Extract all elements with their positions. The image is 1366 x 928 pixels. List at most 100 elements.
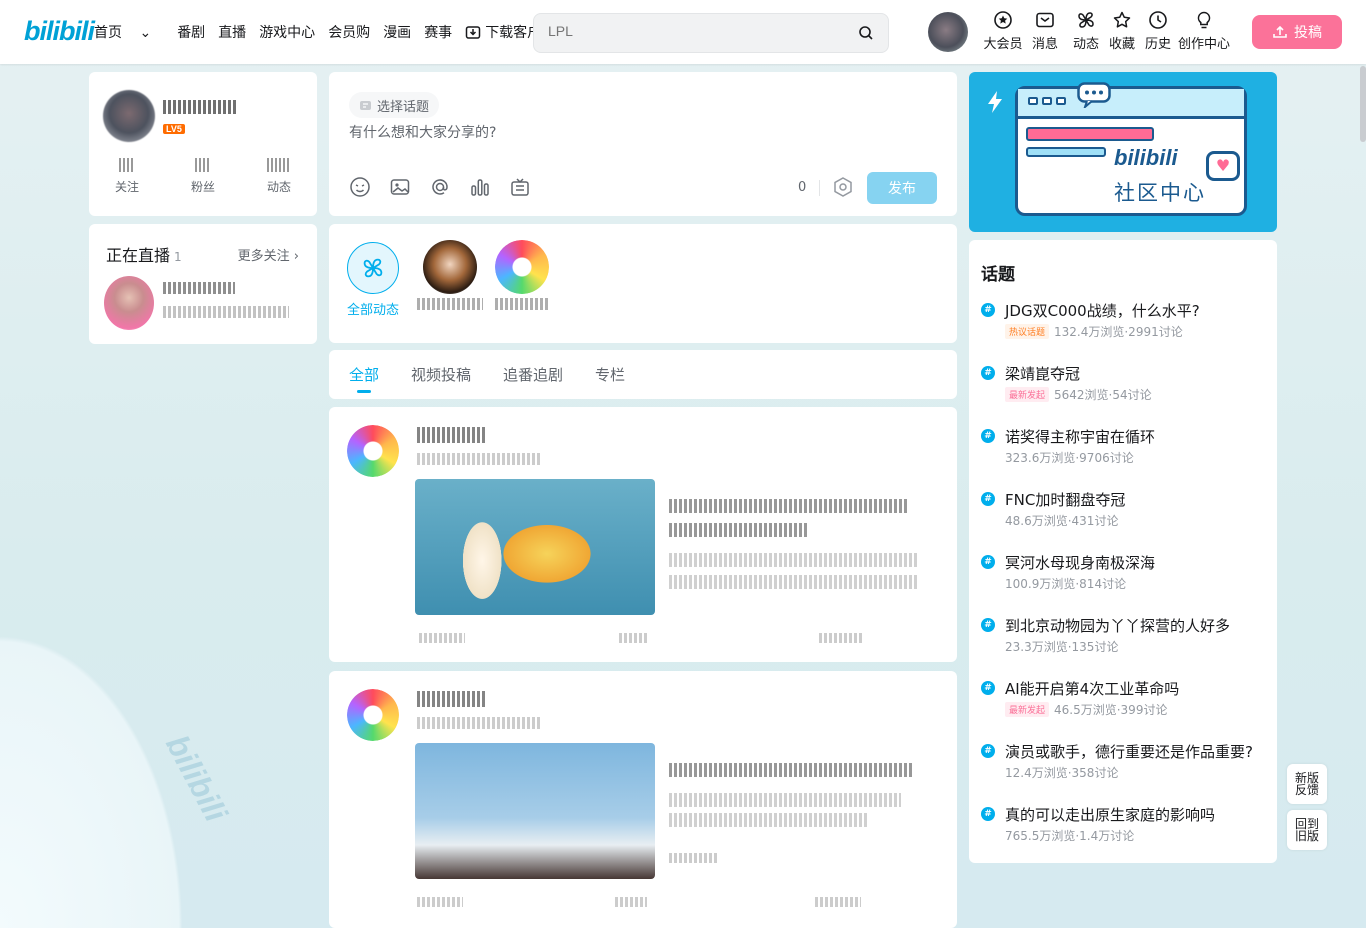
- message-icon: [1036, 12, 1054, 28]
- topic-item[interactable]: # 冥河水母现身南极深海 100.9万浏览·814讨论: [981, 552, 1271, 596]
- topic-stats: 12.4万浏览·358讨论: [1005, 766, 1119, 780]
- topic-name[interactable]: 冥河水母现身南极深海: [1005, 552, 1155, 573]
- topic-name[interactable]: FNC加时翻盘夺冠: [1005, 489, 1125, 510]
- message-entry[interactable]: 消息: [1029, 10, 1061, 52]
- publish-input[interactable]: 有什么想和大家分享的?: [349, 122, 496, 142]
- video-cover[interactable]: [415, 479, 655, 615]
- hashtag-icon: #: [981, 744, 995, 758]
- search-input[interactable]: [548, 23, 848, 39]
- like-button[interactable]: [815, 897, 861, 907]
- search-icon[interactable]: [858, 25, 874, 41]
- community-center-banner[interactable]: bilibili 社区中心 ♥: [969, 72, 1277, 232]
- profile-stats: 关注 粉丝 动态: [89, 158, 317, 195]
- topic-name[interactable]: 诺奖得主称宇宙在循环: [1005, 426, 1155, 447]
- chevron-right-icon: ›: [293, 249, 299, 264]
- topic-item[interactable]: # JDG双C000战绩，什么水平? 热议话题 132.4万浏览·2991讨论: [981, 300, 1271, 344]
- upload-button[interactable]: 投稿: [1252, 15, 1342, 49]
- tab-all[interactable]: 全部: [349, 364, 379, 385]
- topic-item[interactable]: # AI能开启第4次工业革命吗 最新发起 46.5万浏览·399讨论: [981, 678, 1271, 722]
- favorite-entry[interactable]: 收藏: [1107, 10, 1137, 52]
- share-button[interactable]: [419, 633, 465, 643]
- up-avatar[interactable]: [495, 240, 549, 294]
- user-avatar[interactable]: [928, 12, 968, 52]
- topic-name[interactable]: 演员或歌手，德行重要还是作品重要?: [1005, 741, 1253, 762]
- live-streamer-name[interactable]: [163, 282, 235, 294]
- vip-entry[interactable]: 大会员: [982, 10, 1024, 52]
- nav-anime[interactable]: 番剧: [177, 22, 205, 42]
- new-version-feedback-button[interactable]: 新版反馈: [1287, 764, 1327, 804]
- stat-posts[interactable]: 动态: [241, 158, 317, 195]
- history-entry[interactable]: 历史: [1143, 10, 1173, 52]
- nav-mall[interactable]: 会员购: [328, 22, 370, 42]
- topic-name[interactable]: 真的可以走出原生家庭的影响吗: [1005, 804, 1215, 825]
- author-avatar[interactable]: [347, 689, 399, 741]
- at-icon[interactable]: [429, 176, 451, 198]
- like-button[interactable]: [819, 633, 863, 643]
- author-name[interactable]: [417, 691, 485, 707]
- dynamic-entry[interactable]: 动态: [1071, 10, 1101, 52]
- hashtag-icon: #: [981, 618, 995, 632]
- profile-username[interactable]: [163, 100, 237, 114]
- image-icon[interactable]: [389, 176, 411, 198]
- topic-item[interactable]: # 诺奖得主称宇宙在循环 323.6万浏览·9706讨论: [981, 426, 1271, 470]
- topic-name[interactable]: 梁靖崑夺冠: [1005, 363, 1080, 384]
- all-dynamics-button[interactable]: 全部动态: [347, 242, 399, 318]
- banner-title: 社区中心: [1114, 181, 1206, 205]
- poll-icon[interactable]: [469, 176, 491, 198]
- video-title[interactable]: [669, 499, 909, 513]
- author-avatar[interactable]: [347, 425, 399, 477]
- select-topic-button[interactable]: 选择话题: [349, 92, 440, 118]
- topic-item[interactable]: # 梁靖崑夺冠 最新发起 5642浏览·54讨论: [981, 363, 1271, 407]
- char-count: 0: [798, 180, 807, 195]
- topic-item[interactable]: # FNC加时翻盘夺冠 48.6万浏览·431讨论: [981, 489, 1271, 533]
- up-name[interactable]: [495, 298, 549, 310]
- page-scrollbar[interactable]: [1360, 66, 1366, 142]
- video-cover[interactable]: [415, 743, 655, 879]
- share-button[interactable]: [417, 897, 463, 907]
- bilibili-logo[interactable]: bilibili: [24, 16, 95, 47]
- nav-live[interactable]: 直播: [218, 22, 246, 42]
- live-stream-title[interactable]: [163, 306, 289, 318]
- video-title[interactable]: [669, 763, 913, 777]
- publish-button[interactable]: 发布: [867, 172, 937, 204]
- nav-home[interactable]: 首页 ⌄: [94, 22, 164, 42]
- live-reservation-icon[interactable]: [509, 176, 531, 198]
- tab-anime[interactable]: 追番追剧: [503, 364, 563, 385]
- topic-item[interactable]: # 真的可以走出原生家庭的影响吗 765.5万浏览·1.4万讨论: [981, 804, 1271, 848]
- level-badge: LV5: [163, 124, 185, 134]
- topic-meta: 48.6万浏览·431讨论: [1005, 512, 1118, 529]
- search-box: [533, 13, 889, 53]
- back-to-old-version-button[interactable]: 回到旧版: [1287, 810, 1327, 850]
- topic-item[interactable]: # 演员或歌手，德行重要还是作品重要? 12.4万浏览·358讨论: [981, 741, 1271, 785]
- top-header: bilibili 首页 ⌄ 番剧 直播 游戏中心 会员购 漫画 赛事 下载客户端…: [0, 0, 1366, 64]
- nav-game-center[interactable]: 游戏中心: [259, 22, 315, 42]
- stat-followers[interactable]: 粉丝: [165, 158, 241, 195]
- live-streamer-avatar[interactable]: [104, 276, 154, 330]
- live-now-card: 正在直播 1 更多关注 ›: [89, 224, 317, 344]
- settings-icon[interactable]: [832, 176, 854, 198]
- feed-item: [329, 407, 957, 662]
- nav-manga[interactable]: 漫画: [383, 22, 411, 42]
- nav-match[interactable]: 赛事: [424, 22, 452, 42]
- topic-name[interactable]: 到北京动物园为丫丫探营的人好多: [1005, 615, 1230, 636]
- tab-video[interactable]: 视频投稿: [411, 364, 471, 385]
- comment-button[interactable]: [619, 633, 649, 643]
- topic-name[interactable]: JDG双C000战绩，什么水平?: [1005, 300, 1200, 321]
- tab-article[interactable]: 专栏: [595, 364, 625, 385]
- up-avatar[interactable]: [423, 240, 477, 294]
- topic-name[interactable]: AI能开启第4次工业革命吗: [1005, 678, 1179, 699]
- more-following-link[interactable]: 更多关注 ›: [238, 245, 299, 264]
- topic-item[interactable]: # 到北京动物园为丫丫探营的人好多 23.3万浏览·135讨论: [981, 615, 1271, 659]
- up-name[interactable]: [417, 298, 483, 310]
- stat-following[interactable]: 关注: [89, 158, 165, 195]
- topic-stats: 765.5万浏览·1.4万讨论: [1005, 829, 1135, 843]
- topic-meta: 12.4万浏览·358讨论: [1005, 764, 1118, 781]
- comment-button[interactable]: [615, 897, 647, 907]
- topic-meta: 100.9万浏览·814讨论: [1005, 575, 1126, 592]
- emoji-icon[interactable]: [349, 176, 371, 198]
- profile-avatar[interactable]: [103, 90, 155, 142]
- creator-center-entry[interactable]: 创作中心: [1177, 10, 1231, 52]
- topics-panel: 话题 # JDG双C000战绩，什么水平? 热议话题 132.4万浏览·2991讨论 #…: [969, 240, 1277, 863]
- author-name[interactable]: [417, 427, 485, 443]
- feed-tabs: 全部 视频投稿 追番追剧 专栏: [329, 350, 957, 399]
